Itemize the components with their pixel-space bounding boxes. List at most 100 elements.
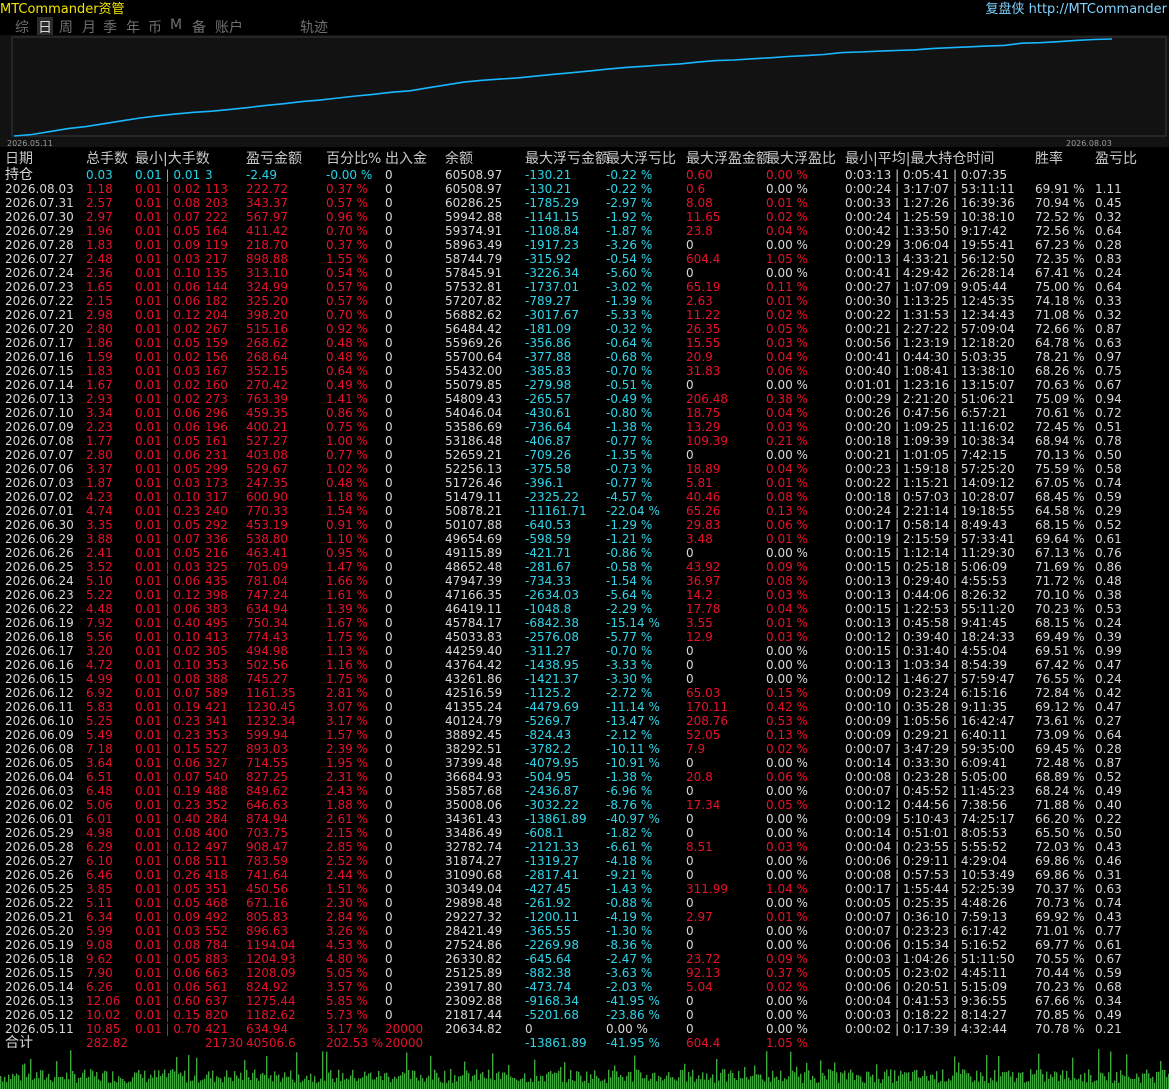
row-count: 292 [205,518,228,532]
table-row[interactable]: 2026.06.03 6.48 0.01 | 0.19 488 849.62 2.43 %… [0,784,1169,798]
volume-bar [628,1071,630,1089]
table-row[interactable]: 2026.06.02 5.06 0.01 | 0.23 352 646.63 1.88 %… [0,798,1169,812]
tab-2[interactable]: 周 [59,17,73,37]
table-row[interactable]: 2026.06.10 5.25 0.01 | 0.23 341 1232.34 3.17 … [0,714,1169,728]
volume-bar [752,1075,754,1089]
holding-row[interactable]: 持仓 0.03 0.01 | 0.01 3 -2.49 -0.00 % 0 60508.97-… [0,168,1169,182]
tab-0[interactable]: 综 [15,17,29,37]
table-row[interactable]: 2026.05.26 6.46 0.01 | 0.26 418 741.64 2.44 %… [0,868,1169,882]
table-row[interactable]: 2026.05.11 10.85 0.01 | 0.70 421 634.94 3.17 … [0,1022,1169,1036]
table-row[interactable]: 2026.05.28 6.29 0.01 | 0.12 497 908.47 2.85 %… [0,840,1169,854]
table-row[interactable]: 2026.07.22 2.15 0.01 | 0.06 182 325.20 0.57 %… [0,294,1169,308]
table-row[interactable]: 2026.07.29 1.96 0.01 | 0.05 164 411.42 0.70 %… [0,224,1169,238]
table-row[interactable]: 2026.06.25 3.52 0.01 | 0.03 325 705.09 1.47 %… [0,560,1169,574]
tab-1[interactable]: 日 [37,17,53,37]
table-row[interactable]: 2026.07.27 2.48 0.01 | 0.03 217 898.88 1.55 %… [0,252,1169,266]
volume-bar [902,1074,904,1089]
tab-9[interactable]: 账户 [215,17,243,37]
table-row[interactable]: 2026.07.24 2.36 0.01 | 0.10 135 313.10 0.54 %… [0,266,1169,280]
tab-6[interactable]: 币 [148,17,162,37]
tab-10[interactable]: 轨迹 [300,17,328,37]
table-row[interactable]: 2026.05.29 4.98 0.01 | 0.08 400 703.75 2.15 %… [0,826,1169,840]
table-row[interactable]: 2026.06.17 3.20 0.01 | 0.02 305 494.98 1.13 %… [0,644,1169,658]
volume-bar [208,1071,210,1089]
volume-bar [692,1069,694,1089]
table-row[interactable]: 2026.06.22 4.48 0.01 | 0.06 383 634.94 1.39 %… [0,602,1169,616]
table-row[interactable]: 2026.07.10 3.34 0.01 | 0.06 296 459.35 0.86 %… [0,406,1169,420]
table-row[interactable]: 2026.07.13 2.93 0.01 | 0.02 273 763.39 1.41 %… [0,392,1169,406]
table-row[interactable]: 2026.05.20 5.99 0.01 | 0.03 552 896.63 3.26 %… [0,924,1169,938]
table-row[interactable]: 2026.05.21 6.34 0.01 | 0.09 492 805.83 2.84 %… [0,910,1169,924]
row-pnl: 783.59 [246,854,288,868]
table-row[interactable]: 2026.07.09 2.23 0.01 | 0.06 196 400.21 0.75 %… [0,420,1169,434]
table-row[interactable]: 2026.07.31 2.57 0.01 | 0.08 203 343.37 0.57 %… [0,196,1169,210]
holding-minmax: 0.01 | 0.01 [135,168,201,182]
table-row[interactable]: 2026.06.05 3.64 0.01 | 0.06 327 714.55 1.95 %… [0,756,1169,770]
holding-max-float-profit-pct: 0.00 % [766,168,808,182]
table-row[interactable]: 2026.07.06 3.37 0.01 | 0.05 299 529.67 1.02 %… [0,462,1169,476]
table-row[interactable]: 2026.07.17 1.86 0.01 | 0.05 159 268.62 0.48 %… [0,336,1169,350]
table-row[interactable]: 2026.07.08 1.77 0.01 | 0.05 161 527.27 1.00 %… [0,434,1169,448]
table-row[interactable]: 2026.07.28 1.83 0.01 | 0.09 119 218.70 0.37 %… [0,238,1169,252]
replay-link[interactable]: 复盘侠 http://MTCommander [985,0,1167,17]
table-row[interactable]: 2026.07.16 1.59 0.01 | 0.02 156 268.64 0.48 %… [0,350,1169,364]
table-row[interactable]: 2026.07.02 4.23 0.01 | 0.10 317 600.90 1.18 %… [0,490,1169,504]
volume-bar [732,1072,734,1089]
row-win-rate: 72.84 % [1035,686,1085,700]
volume-bar [1042,1073,1044,1089]
table-row[interactable]: 2026.06.11 5.83 0.01 | 0.19 421 1230.45 3.07 … [0,700,1169,714]
table-row[interactable]: 2026.05.22 5.11 0.01 | 0.05 468 671.16 2.30 %… [0,896,1169,910]
table-row[interactable]: 2026.06.08 7.18 0.01 | 0.15 527 893.03 2.39 %… [0,742,1169,756]
tab-8[interactable]: 备 [192,17,206,37]
table-row[interactable]: 2026.06.09 5.49 0.01 | 0.23 353 599.94 1.57 %… [0,728,1169,742]
tab-5[interactable]: 年 [126,17,140,37]
table-row[interactable]: 2026.07.03 1.87 0.01 | 0.03 173 247.35 0.48 %… [0,476,1169,490]
table-row[interactable]: 2026.05.18 9.62 0.01 | 0.05 883 1204.93 4.80 … [0,952,1169,966]
tab-4[interactable]: 季 [103,17,117,37]
table-row[interactable]: 2026.05.13 12.06 0.01 | 0.60 637 1275.44 5.85… [0,994,1169,1008]
table-row[interactable]: 2026.07.21 2.98 0.01 | 0.12 204 398.20 0.70 %… [0,308,1169,322]
row-max-float-loss: -2576.08 [525,630,579,644]
table-row[interactable]: 2026.06.16 4.72 0.01 | 0.10 353 502.56 1.16 %… [0,658,1169,672]
row-win-rate: 75.00 % [1035,280,1085,294]
table-row[interactable]: 2026.07.14 1.67 0.01 | 0.02 160 270.42 0.49 %… [0,378,1169,392]
row-minmax: 0.01 | 0.07 [135,686,201,700]
volume-bar [48,1073,50,1089]
table-row[interactable]: 2026.05.27 6.10 0.01 | 0.08 511 783.59 2.52 %… [0,854,1169,868]
table-row[interactable]: 2026.05.12 10.02 0.01 | 0.15 820 1182.62 5.73… [0,1008,1169,1022]
table-row[interactable]: 2026.07.01 4.74 0.01 | 0.23 240 770.33 1.54 %… [0,504,1169,518]
volume-bar [224,1076,226,1089]
table-row[interactable]: 2026.05.19 9.08 0.01 | 0.08 784 1194.04 4.53 … [0,938,1169,952]
chart-end-date: 2026.08.03 [1066,139,1112,148]
table-row[interactable]: 2026.07.07 2.80 0.01 | 0.06 231 403.08 0.77 %… [0,448,1169,462]
table-row[interactable]: 2026.05.25 3.85 0.01 | 0.05 351 450.56 1.51 %… [0,882,1169,896]
volume-bar [1032,1074,1034,1089]
table-row[interactable]: 2026.06.26 2.41 0.01 | 0.05 216 463.41 0.95 %… [0,546,1169,560]
table-row[interactable]: 2026.06.30 3.35 0.01 | 0.05 292 453.19 0.91 %… [0,518,1169,532]
table-row[interactable]: 2026.06.15 4.99 0.01 | 0.08 388 745.27 1.75 %… [0,672,1169,686]
row-balance: 55969.26 [445,336,503,350]
tab-7[interactable]: M [170,17,182,33]
table-row[interactable]: 2026.05.14 6.26 0.01 | 0.06 561 824.92 3.57 %… [0,980,1169,994]
table-row[interactable]: 2026.07.20 2.80 0.01 | 0.02 267 515.16 0.92 %… [0,322,1169,336]
table-row[interactable]: 2026.06.19 7.92 0.01 | 0.40 495 750.34 1.67 %… [0,616,1169,630]
table-row[interactable]: 2026.06.29 3.88 0.01 | 0.07 336 538.80 1.10 %… [0,532,1169,546]
table-row[interactable]: 2026.06.18 5.56 0.01 | 0.10 413 774.43 1.75 %… [0,630,1169,644]
row-max-float-profit: 170.11 [686,700,728,714]
volume-bar [896,1081,898,1089]
table-row[interactable]: 2026.05.15 7.90 0.01 | 0.06 663 1208.09 5.05 … [0,966,1169,980]
table-row[interactable]: 2026.07.15 1.83 0.01 | 0.03 167 352.15 0.64 %… [0,364,1169,378]
volume-bar [614,1065,616,1089]
table-row[interactable]: 2026.08.03 1.18 0.01 | 0.02 113 222.72 0.37 %… [0,182,1169,196]
table-row[interactable]: 2026.06.12 6.92 0.01 | 0.07 589 1161.35 2.81 … [0,686,1169,700]
table-row[interactable]: 2026.06.24 5.10 0.01 | 0.06 435 781.04 1.66 %… [0,574,1169,588]
row-minmax: 0.01 | 0.10 [135,266,201,280]
table-row[interactable]: 2026.07.30 2.97 0.01 | 0.07 222 567.97 0.96 %… [0,210,1169,224]
row-max-float-profit-pct: 0.00 % [766,994,808,1008]
table-row[interactable]: 2026.07.23 1.65 0.01 | 0.06 144 324.99 0.57 %… [0,280,1169,294]
table-row[interactable]: 2026.06.23 5.22 0.01 | 0.12 398 747.24 1.61 %… [0,588,1169,602]
table-row[interactable]: 2026.06.04 6.51 0.01 | 0.07 540 827.25 2.31 %… [0,770,1169,784]
table-row[interactable]: 2026.06.01 6.01 0.01 | 0.40 284 874.94 2.61 %… [0,812,1169,826]
volume-bar [1090,1075,1092,1089]
tab-3[interactable]: 月 [82,17,96,37]
